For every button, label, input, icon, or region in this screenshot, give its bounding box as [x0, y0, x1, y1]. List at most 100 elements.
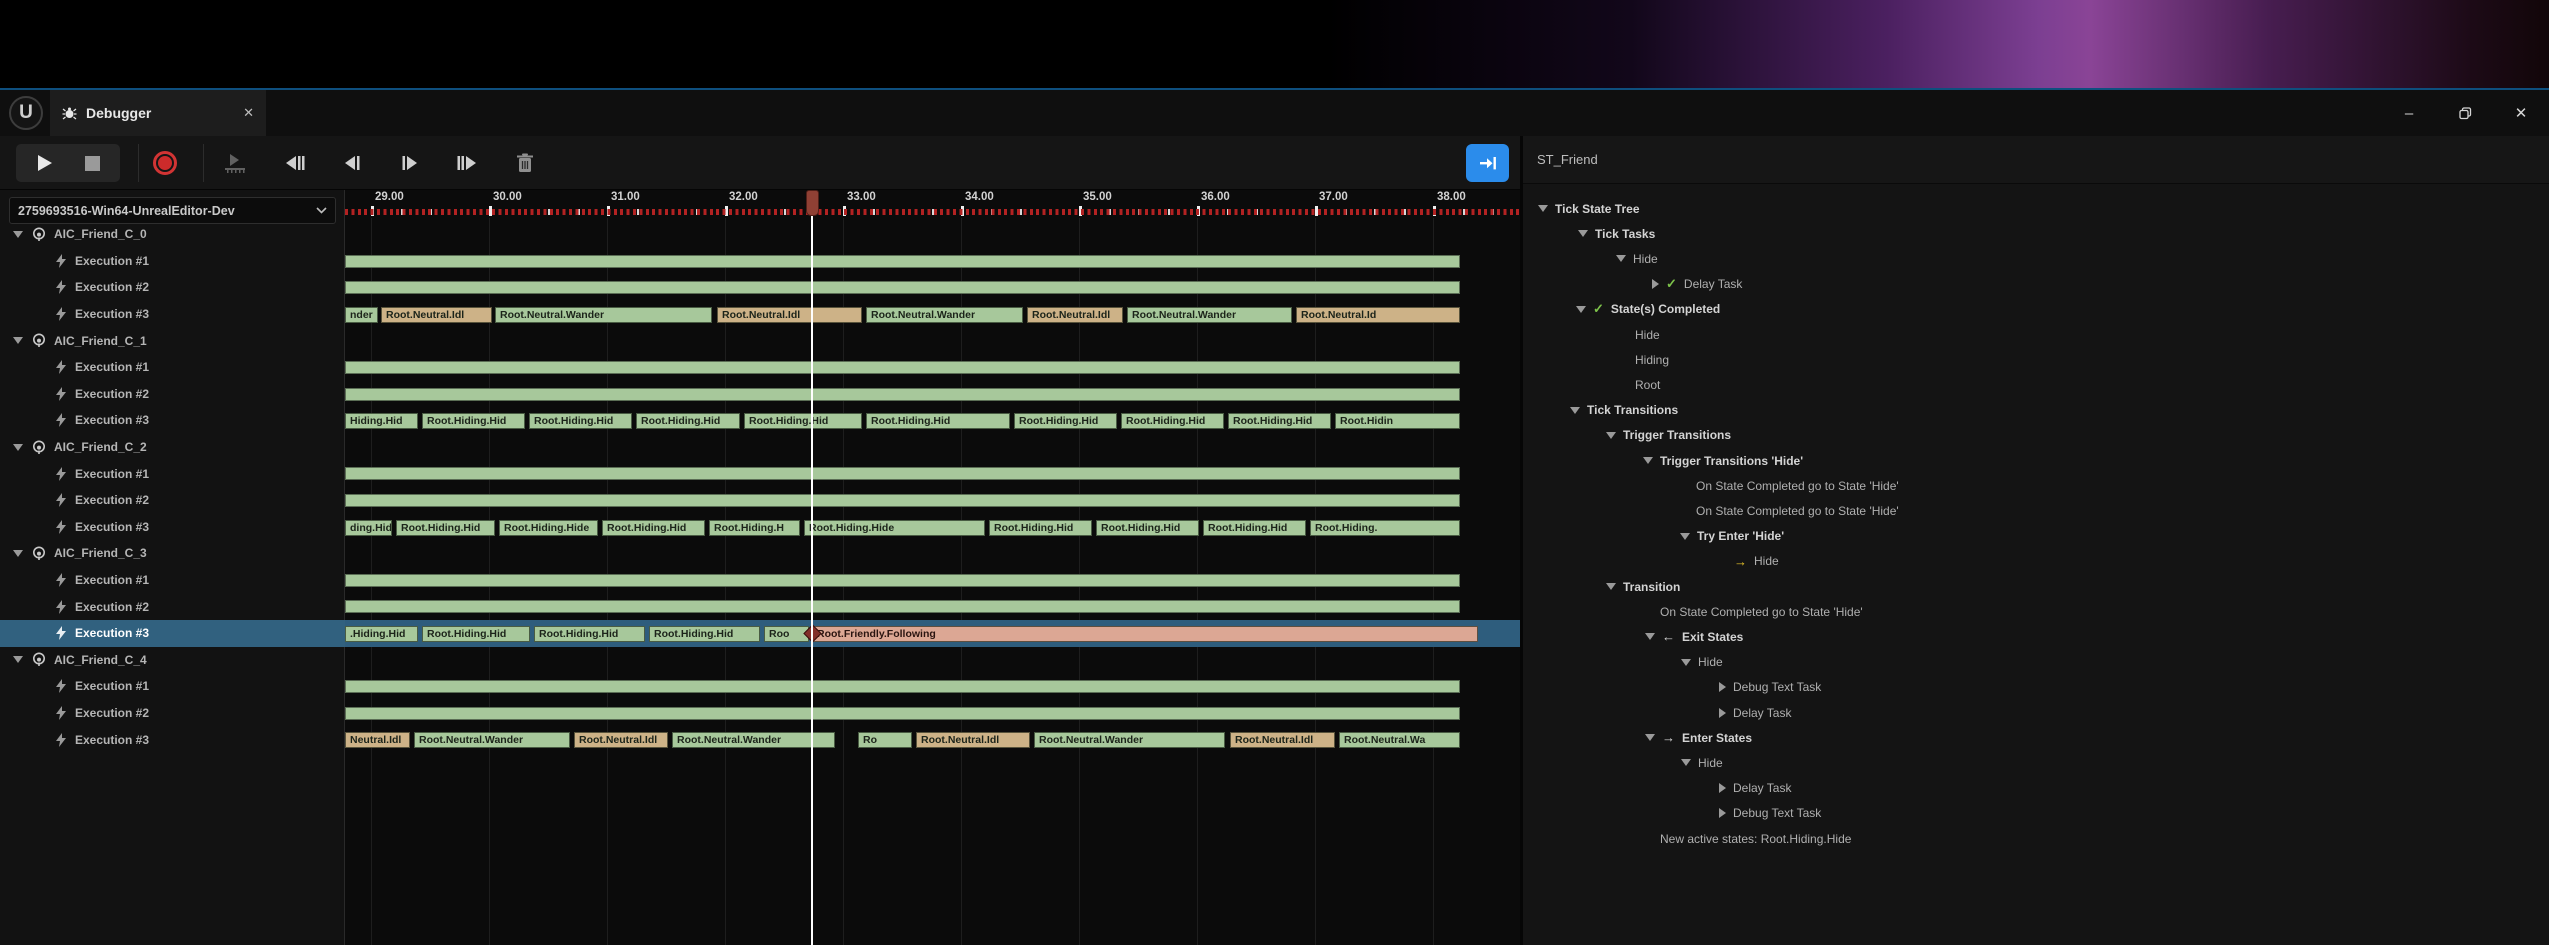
state-tree-row[interactable]: Hide [1616, 246, 1658, 271]
state-segment[interactable]: Root.Neutral.Idl [574, 732, 668, 748]
session-dropdown[interactable]: 2759693516-Win64-UnrealEditor-Dev [9, 197, 336, 224]
state-bar[interactable] [345, 494, 1460, 507]
state-tree-row[interactable]: On State Completed go to State 'Hide' [1660, 599, 1863, 624]
execution-row[interactable]: Execution #1 [0, 460, 345, 487]
restore-button[interactable] [2437, 90, 2493, 136]
state-tree-row[interactable]: On State Completed go to State 'Hide' [1696, 473, 1899, 498]
expander-open-icon[interactable] [13, 337, 23, 344]
agent-row[interactable]: AIC_Friend_C_1 [0, 327, 345, 354]
agent-row[interactable]: AIC_Friend_C_4 [0, 647, 345, 674]
execution-row[interactable]: Execution #2 [0, 700, 345, 727]
state-bar[interactable] [345, 574, 1460, 587]
record-button[interactable] [145, 144, 185, 182]
jump-to-end-button[interactable] [1466, 144, 1509, 182]
state-segment[interactable]: Root.Neutral.Wander [414, 732, 570, 748]
state-segment[interactable]: Root.Hiding.Hid [396, 520, 495, 536]
state-tree-row[interactable]: Tick State Tree [1538, 196, 1640, 221]
state-tree-row[interactable]: ←Exit States [1645, 624, 1743, 649]
state-tree-row[interactable]: Tick Transitions [1570, 398, 1678, 423]
expander-open-icon[interactable] [1606, 432, 1616, 439]
state-tree-row[interactable]: →Enter States [1645, 725, 1752, 750]
skip-forward-button[interactable] [447, 144, 487, 182]
state-segment[interactable]: Root.Neutral.Idl [1230, 732, 1335, 748]
agent-row[interactable]: AIC_Friend_C_3 [0, 540, 345, 567]
state-bar[interactable] [345, 467, 1460, 480]
expander-open-icon[interactable] [1643, 457, 1653, 464]
execution-row[interactable]: Execution #3 [0, 620, 345, 647]
state-tree-row[interactable]: On State Completed go to State 'Hide' [1696, 498, 1899, 523]
state-tree-row[interactable]: Root [1635, 372, 1660, 397]
state-bar[interactable] [345, 281, 1460, 294]
execution-row[interactable]: Execution #1 [0, 248, 345, 275]
state-segment[interactable]: .Hiding.Hid [345, 626, 418, 642]
agent-row[interactable]: AIC_Friend_C_0 [0, 221, 345, 248]
state-bar[interactable] [345, 361, 1460, 374]
expander-closed-icon[interactable] [1719, 808, 1726, 818]
state-segment[interactable]: Root.Hiding.Hide [804, 520, 985, 536]
state-tree-row[interactable]: Debug Text Task [1719, 675, 1821, 700]
expander-open-icon[interactable] [1681, 759, 1691, 766]
state-segment[interactable]: ding.Hid [345, 520, 392, 536]
state-tree-row[interactable]: Tick Tasks [1578, 221, 1655, 246]
expander-open-icon[interactable] [1570, 407, 1580, 414]
state-segment[interactable]: Root.Hiding. [1310, 520, 1460, 536]
state-bar[interactable] [345, 600, 1460, 613]
frame-forward-button[interactable] [390, 144, 430, 182]
state-segment[interactable]: Root.Neutral.Idl [381, 307, 492, 323]
expander-open-icon[interactable] [13, 444, 23, 451]
state-segment[interactable]: Root.Neutral.Idl [916, 732, 1030, 748]
expander-open-icon[interactable] [1645, 734, 1655, 741]
state-segment[interactable]: Root.Hiding.Hid [866, 413, 1010, 429]
state-segment[interactable]: Root.Friendly.Following [812, 626, 1478, 642]
state-bar[interactable] [345, 707, 1460, 720]
expander-open-icon[interactable] [1680, 533, 1690, 540]
state-tree-row[interactable]: Trigger Transitions [1606, 423, 1731, 448]
trash-button[interactable] [505, 144, 545, 182]
state-segment[interactable]: Root.Hiding.Hid [744, 413, 862, 429]
state-segment[interactable]: Root.Neutral.Wa [1339, 732, 1460, 748]
state-segment[interactable]: Root.Hiding.Hid [1121, 413, 1224, 429]
expander-open-icon[interactable] [1681, 659, 1691, 666]
state-segment[interactable]: Root.Hiding.Hid [602, 520, 705, 536]
execution-row[interactable]: Execution #1 [0, 567, 345, 594]
expander-open-icon[interactable] [1606, 583, 1616, 590]
expander-open-icon[interactable] [1538, 205, 1548, 212]
state-segment[interactable]: Root.Neutral.Wander [1034, 732, 1225, 748]
execution-row[interactable]: Execution #2 [0, 274, 345, 301]
skip-back-button[interactable] [275, 144, 315, 182]
scrubber-handle[interactable] [806, 190, 819, 216]
expander-open-icon[interactable] [1576, 306, 1586, 313]
state-segment[interactable]: Root.Hiding.Hid [1203, 520, 1306, 536]
execution-row[interactable]: Execution #3 [0, 726, 345, 753]
state-segment[interactable]: Root.Hiding.Hid [529, 413, 632, 429]
state-segment[interactable]: Neutral.Idl [345, 732, 410, 748]
state-tree-row[interactable]: New active states: Root.Hiding.Hide [1660, 826, 1851, 851]
minimize-button[interactable]: – [2381, 90, 2437, 136]
frame-back-button[interactable] [332, 144, 372, 182]
state-tree-row[interactable]: Debug Text Task [1719, 801, 1821, 826]
tab-debugger[interactable]: Debugger ✕ [50, 90, 266, 136]
play-button[interactable] [24, 144, 64, 182]
execution-row[interactable]: Execution #1 [0, 354, 345, 381]
state-tree-row[interactable]: ✓State(s) Completed [1576, 297, 1720, 322]
tab-close-icon[interactable]: ✕ [243, 105, 254, 121]
execution-row[interactable]: Execution #3 [0, 407, 345, 434]
state-segment[interactable]: Hiding.Hid [345, 413, 418, 429]
state-tree-row[interactable]: Hide [1681, 750, 1723, 775]
state-tree-row[interactable]: Delay Task [1719, 700, 1791, 725]
execution-row[interactable]: Execution #2 [0, 487, 345, 514]
state-tree-row[interactable]: Hide [1635, 322, 1660, 347]
expander-open-icon[interactable] [1578, 230, 1588, 237]
state-segment[interactable]: Root.Hiding.Hid [636, 413, 740, 429]
state-tree-row[interactable]: Transition [1606, 574, 1680, 599]
expander-open-icon[interactable] [13, 656, 23, 663]
state-segment[interactable]: Root.Neutral.Id [1296, 307, 1460, 323]
state-segment[interactable]: Ro [858, 732, 912, 748]
expander-closed-icon[interactable] [1719, 783, 1726, 793]
state-segment[interactable]: Root.Neutral.Idl [717, 307, 862, 323]
state-segment[interactable]: Root.Hiding.Hid [1228, 413, 1331, 429]
state-segment[interactable]: Root.Neutral.Wander [866, 307, 1023, 323]
state-segment[interactable]: Root.Hiding.Hid [1014, 413, 1117, 429]
expander-open-icon[interactable] [13, 550, 23, 557]
state-segment[interactable]: Root.Hiding.Hid [989, 520, 1092, 536]
